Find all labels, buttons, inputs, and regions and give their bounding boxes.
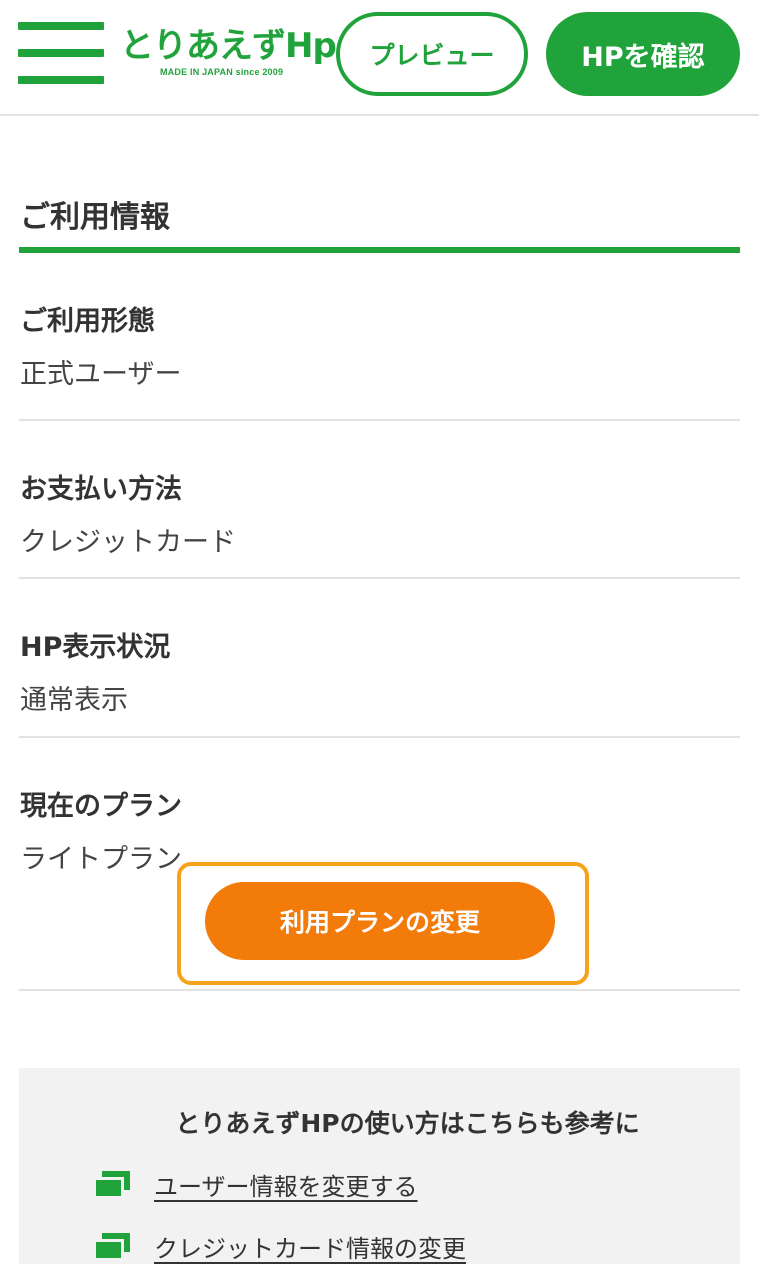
hp-confirm-button[interactable]: HPを確認 (546, 12, 740, 96)
payment-method-value: クレジットカード (20, 527, 236, 558)
usage-type-row: ご利用形態 正式ユーザー (19, 253, 740, 421)
help-link-user-info[interactable]: ユーザー情報を変更する (96, 1164, 418, 1204)
help-title: とりあえずHPの使い方はこちらも参考に (175, 1109, 640, 1138)
hp-status-label: HP表示状況 (20, 632, 171, 663)
hamburger-menu-icon[interactable] (18, 22, 104, 84)
payment-method-label: お支払い方法 (20, 474, 182, 505)
help-link-credit-card[interactable]: クレジットカード情報の変更 (96, 1226, 466, 1264)
plan-change-highlight: 利用プランの変更 (177, 862, 589, 985)
page-title: ご利用情報 (20, 200, 170, 235)
menu-bar (18, 22, 104, 30)
usage-type-value: 正式ユーザー (20, 359, 182, 390)
change-plan-button[interactable]: 利用プランの変更 (205, 882, 555, 960)
current-plan-label: 現在のプラン (20, 791, 182, 822)
current-plan-row: 現在のプラン ライトプラン 利用プランの変更 (19, 738, 740, 991)
hp-status-row: HP表示状況 通常表示 (19, 579, 740, 738)
external-window-icon (96, 1171, 130, 1197)
help-link-label[interactable]: ユーザー情報を変更する (154, 1167, 418, 1202)
menu-bar (18, 76, 104, 84)
logo-tagline: MADE IN JAPAN since 2009 (160, 67, 284, 77)
help-box: とりあえずHPの使い方はこちらも参考に ユーザー情報を変更する クレジットカード… (19, 1068, 740, 1264)
help-link-label[interactable]: クレジットカード情報の変更 (154, 1229, 466, 1264)
external-window-icon (96, 1233, 130, 1259)
current-plan-value: ライトプラン (20, 844, 182, 875)
hp-status-value: 通常表示 (20, 685, 128, 716)
brand-logo[interactable]: とりあえずHp MADE IN JAPAN since 2009 (120, 24, 337, 82)
preview-button[interactable]: プレビュー (336, 12, 528, 96)
logo-text: とりあえずHp (120, 26, 337, 66)
app-header: とりあえずHp MADE IN JAPAN since 2009 プレビュー H… (0, 0, 759, 116)
usage-type-label: ご利用形態 (20, 306, 155, 337)
payment-method-row: お支払い方法 クレジットカード (19, 421, 740, 579)
menu-bar (18, 49, 104, 57)
